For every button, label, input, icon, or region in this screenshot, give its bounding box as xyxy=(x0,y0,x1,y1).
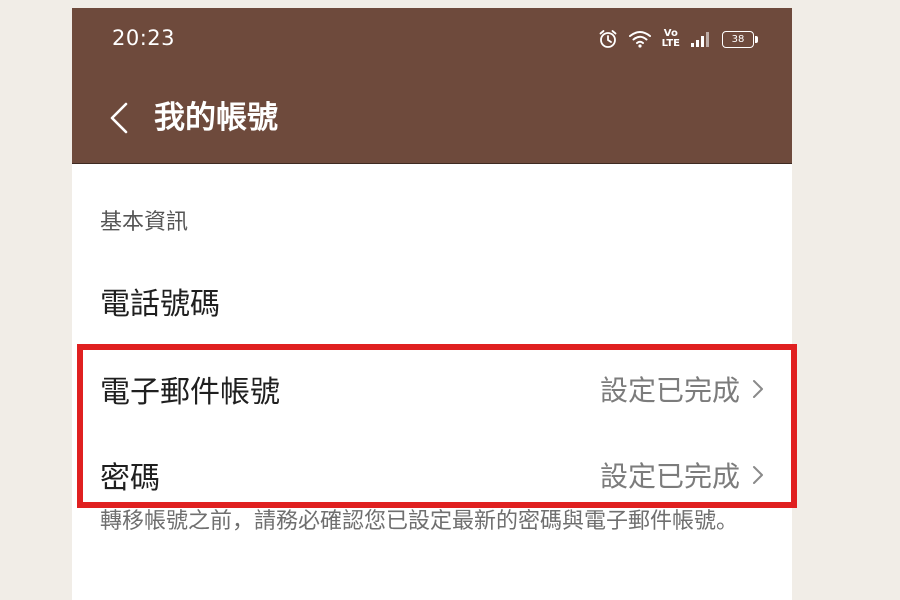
row-label: 密碼 xyxy=(100,461,160,496)
battery-icon: 38 xyxy=(722,30,758,48)
page-title: 我的帳號 xyxy=(154,100,278,136)
row-label: 電話號碼 xyxy=(100,287,220,322)
app-bar: 20:23 Vo LTE 38 我的帳號 xyxy=(72,8,792,164)
phone-number-row[interactable]: 電話號碼 xyxy=(72,258,792,344)
lte-bottom-label: LTE xyxy=(661,38,680,49)
email-account-row[interactable]: 電子郵件帳號 設定已完成 xyxy=(72,346,792,432)
back-button[interactable] xyxy=(102,98,136,138)
wifi-icon xyxy=(628,31,651,48)
phone-screen: 20:23 Vo LTE 38 我的帳號 基本資訊 電話號碼 電子郵件帳號 設定… xyxy=(72,8,792,600)
status-icons: Vo LTE 38 xyxy=(598,26,758,52)
section-header: 基本資訊 xyxy=(100,210,189,235)
transfer-note: 轉移帳號之前，請務必確認您已設定最新的密碼與電子郵件帳號。 xyxy=(100,509,739,534)
row-status: 設定已完成 xyxy=(599,460,740,493)
chevron-right-icon xyxy=(753,466,763,484)
row-right: 設定已完成 xyxy=(600,455,764,495)
alarm-icon xyxy=(599,30,617,48)
chevron-right-icon xyxy=(753,380,763,398)
chevron-left-icon xyxy=(110,102,128,134)
volte-indicator: Vo LTE xyxy=(662,29,680,49)
row-label: 電子郵件帳號 xyxy=(100,375,280,410)
row-status: 設定已完成 xyxy=(599,374,740,407)
row-right: 設定已完成 xyxy=(600,369,764,409)
signal-icon xyxy=(691,32,709,47)
status-time: 20:23 xyxy=(112,26,176,50)
